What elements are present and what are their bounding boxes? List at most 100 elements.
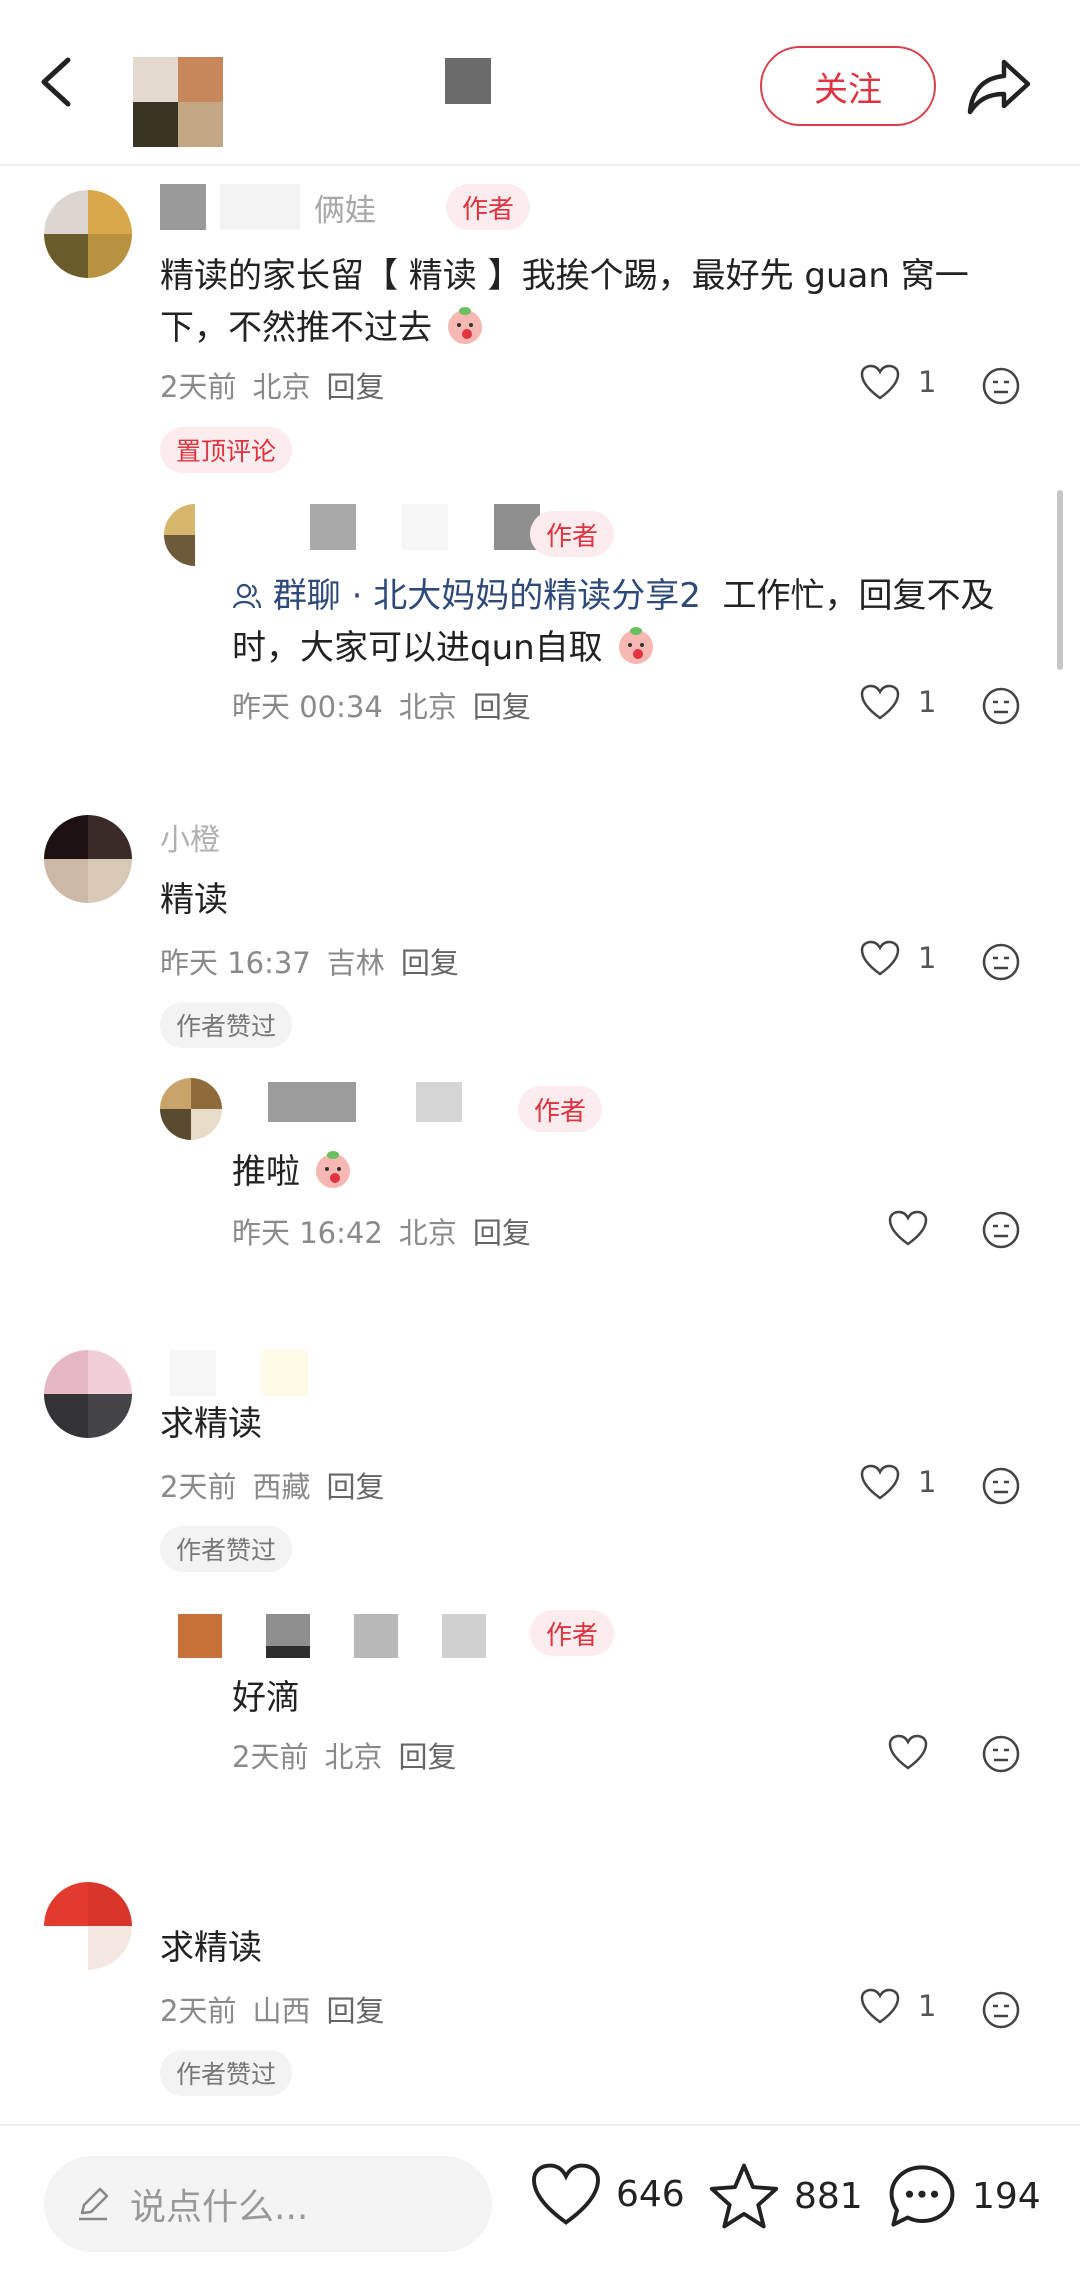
- username[interactable]: [178, 1614, 486, 1660]
- favorite-stat-button[interactable]: 881: [708, 2162, 863, 2230]
- username[interactable]: [310, 504, 540, 550]
- face-icon[interactable]: [981, 1734, 1021, 1774]
- author-tag: 作者: [530, 511, 615, 557]
- reply-meta: 昨天 16:42 北京 回复: [232, 1210, 531, 1252]
- avatar[interactable]: [44, 1882, 132, 1970]
- reply-location: 北京: [398, 1216, 457, 1250]
- reply-time: 2天前: [232, 1740, 309, 1774]
- author-liked-badge: 作者赞过: [160, 1526, 293, 1572]
- author-name-obscured[interactable]: [445, 58, 491, 104]
- share-icon[interactable]: [966, 56, 1032, 118]
- bottom-action-bar: 说点什么... 646 881 194: [0, 2124, 1080, 2280]
- emoji-icon: [315, 1151, 350, 1188]
- reply-time: 昨天 00:34: [232, 690, 383, 724]
- heart-icon: [888, 1734, 928, 1770]
- reply-meta: 昨天 00:34 北京 回复: [232, 684, 531, 726]
- like-total: 646: [616, 2173, 685, 2215]
- author-tag: 作者: [530, 1610, 615, 1656]
- reply-button[interactable]: 回复: [473, 684, 531, 726]
- like-button[interactable]: 1: [860, 684, 936, 720]
- group-icon: [232, 583, 262, 609]
- face-icon[interactable]: [981, 1990, 1021, 2030]
- emoji-icon: [618, 627, 653, 664]
- star-icon: [709, 2163, 779, 2229]
- comment-time: 2天前: [160, 1470, 237, 1504]
- comment-location: 山西: [252, 1994, 311, 2028]
- back-icon[interactable]: [34, 52, 84, 112]
- comment-meta: 2天前 山西 回复: [160, 1988, 384, 2030]
- like-count: 1: [918, 365, 937, 399]
- author-liked-badge: 作者赞过: [160, 2050, 293, 2096]
- scrollbar[interactable]: [1057, 490, 1063, 670]
- face-icon[interactable]: [981, 1466, 1021, 1506]
- reply-location: 北京: [398, 690, 457, 724]
- comment-text: 求精读: [160, 1404, 262, 1444]
- author-liked-badge: 作者赞过: [160, 1002, 293, 1048]
- username[interactable]: [268, 1082, 462, 1128]
- comment-total: 194: [972, 2175, 1041, 2217]
- reply-button[interactable]: 回复: [398, 1734, 456, 1776]
- reply-button[interactable]: 回复: [401, 940, 459, 982]
- like-button[interactable]: 1: [860, 1464, 936, 1500]
- comment-location: 北京: [252, 370, 311, 404]
- reply-button[interactable]: 回复: [326, 1464, 384, 1506]
- reply-location: 北京: [324, 1740, 383, 1774]
- avatar[interactable]: [164, 504, 226, 566]
- comment-stat-button[interactable]: 194: [886, 2162, 1041, 2230]
- comment-text: 精读的家长留【 精读 】我挨个踢，最好先 guan 窝一下，不然推不过去: [160, 256, 969, 348]
- like-button[interactable]: 1: [860, 1988, 936, 2024]
- author-tag: 作者: [518, 1086, 603, 1132]
- comment-input-placeholder: 说点什么...: [130, 2187, 309, 2228]
- follow-button[interactable]: 关注: [760, 46, 936, 126]
- author-avatar[interactable]: [133, 57, 223, 147]
- comment-input[interactable]: 说点什么...: [44, 2156, 492, 2252]
- like-count: 1: [918, 685, 937, 719]
- like-button[interactable]: 1: [860, 364, 936, 400]
- username[interactable]: [170, 1350, 308, 1396]
- reply-button[interactable]: 回复: [473, 1210, 531, 1252]
- avatar[interactable]: [44, 190, 132, 278]
- reply-text: 群聊 · 北大妈妈的精读分享2 工作忙，回复不及时，大家可以进qun自取: [232, 576, 995, 668]
- favorite-total: 881: [794, 2175, 863, 2217]
- heart-icon: [860, 684, 900, 720]
- like-button[interactable]: [888, 1210, 928, 1246]
- comment-meta: 2天前 西藏 回复: [160, 1464, 384, 1506]
- like-count: 1: [918, 1465, 937, 1499]
- reply-time: 昨天 16:42: [232, 1216, 383, 1250]
- heart-icon: [860, 940, 900, 976]
- face-icon[interactable]: [981, 942, 1021, 982]
- like-stat-button[interactable]: 646: [530, 2162, 685, 2226]
- reply-text: 推啦: [232, 1146, 355, 1198]
- comment-text: 精读: [160, 880, 228, 920]
- heart-icon: [860, 364, 900, 400]
- like-button[interactable]: 1: [860, 940, 936, 976]
- comment-text: 求精读: [160, 1928, 262, 1968]
- heart-icon: [532, 2163, 600, 2225]
- reply-text: 好滴: [232, 1678, 300, 1718]
- avatar[interactable]: [44, 1350, 132, 1438]
- like-count: 1: [918, 1989, 937, 2023]
- pinned-badge: 置顶评论: [160, 427, 293, 473]
- chat-bubble-icon: [889, 2165, 955, 2227]
- username[interactable]: 俩娃: [160, 184, 376, 230]
- face-icon[interactable]: [981, 1210, 1021, 1250]
- avatar[interactable]: [160, 1078, 222, 1140]
- avatar[interactable]: [44, 815, 132, 903]
- username[interactable]: 小橙: [160, 815, 220, 861]
- comment-time: 昨天 16:37: [160, 946, 311, 980]
- edit-icon: [79, 2187, 109, 2221]
- group-chat-link[interactable]: 群聊 · 北大妈妈的精读分享2: [232, 576, 701, 616]
- reply-button[interactable]: 回复: [326, 1988, 384, 2030]
- like-button[interactable]: [888, 1734, 928, 1770]
- comment-location: 西藏: [252, 1470, 311, 1504]
- like-count: 1: [918, 941, 937, 975]
- top-bar: 关注: [0, 0, 1080, 166]
- comment-meta: 昨天 16:37 吉林 回复: [160, 940, 459, 982]
- comment-location: 吉林: [326, 946, 385, 980]
- face-icon[interactable]: [981, 686, 1021, 726]
- comment-time: 2天前: [160, 370, 237, 404]
- reply-button[interactable]: 回复: [326, 364, 384, 406]
- comment-time: 2天前: [160, 1994, 237, 2028]
- comment-meta: 2天前 北京 回复: [160, 364, 384, 406]
- face-icon[interactable]: [981, 366, 1021, 406]
